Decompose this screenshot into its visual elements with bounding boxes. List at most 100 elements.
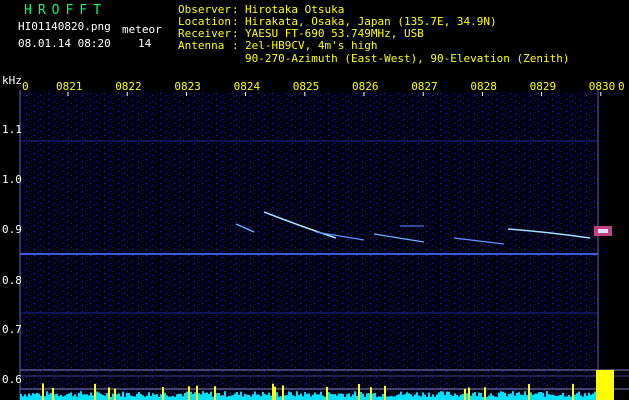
signal-level-bar: [116, 394, 118, 400]
strong-echo-core: [598, 229, 608, 233]
signal-level-bar: [48, 394, 50, 400]
signal-level-bar: [34, 394, 36, 400]
signal-level-bar: [272, 383, 274, 400]
signal-level-bar: [436, 394, 438, 400]
signal-level-bar: [94, 383, 96, 400]
signal-level-bar: [118, 393, 120, 400]
signal-level-bar: [162, 386, 164, 400]
signal-level-bar: [358, 383, 360, 400]
signal-level-bar: [88, 395, 90, 400]
signal-level-bar: [520, 394, 522, 400]
signal-level-bar: [112, 393, 114, 400]
signal-level-bar: [556, 396, 558, 400]
signal-level-bar: [256, 394, 258, 400]
signal-level-bar: [476, 396, 478, 400]
signal-level-bar: [22, 396, 24, 400]
signal-level-bar: [438, 392, 440, 400]
signal-level-bar: [106, 392, 108, 400]
signal-level-bar: [456, 394, 458, 400]
signal-level-bar: [500, 391, 502, 400]
signal-level-bar: [188, 386, 190, 400]
signal-level-bar: [198, 393, 200, 400]
signal-level-bar: [292, 395, 294, 400]
x-tick-label: 0823: [174, 80, 201, 93]
signal-level-bar: [570, 396, 572, 400]
spectrogram: kHz 1.1 1.0 0.9 0.8 0.7 0.6 0821 0822 0823…: [2, 74, 629, 400]
signal-level-bar: [208, 393, 210, 400]
signal-level-bar: [488, 395, 490, 400]
signal-level-bar: [254, 391, 256, 400]
x-tick-label: 0830: [589, 80, 616, 93]
y-tick-label: 0.6: [2, 373, 22, 386]
signal-level-bar: [506, 396, 508, 400]
signal-level-bar: [230, 395, 232, 400]
signal-level-bar: [366, 393, 368, 400]
signal-level-bar: [490, 393, 492, 400]
signal-level-bar: [352, 394, 354, 400]
y-tick-label: 1.1: [2, 123, 22, 136]
signal-level-bar: [132, 395, 134, 400]
signal-level-bar: [546, 391, 548, 400]
signal-level-bar: [532, 394, 534, 400]
signal-level-bar: [508, 393, 510, 400]
signal-level-bar: [308, 393, 310, 400]
signal-level-bar: [240, 391, 242, 400]
signal-level-bar: [42, 383, 44, 400]
signal-level-bar: [504, 392, 506, 400]
signal-level-bar: [550, 394, 552, 400]
signal-level-bar: [120, 396, 122, 400]
signal-level-bar: [562, 392, 564, 400]
signal-level-bar: [62, 396, 64, 400]
signal-level-bar: [354, 391, 356, 400]
signal-level-bar: [186, 391, 188, 400]
signal-level-bar: [84, 394, 86, 400]
signal-level-bar: [542, 392, 544, 400]
signal-level-bar: [270, 395, 272, 400]
signal-level-bar: [362, 393, 364, 400]
x-tick-label: 0825: [293, 80, 320, 93]
signal-level-bar: [290, 392, 292, 400]
signal-level-bar: [178, 393, 180, 400]
signal-level-bar: [348, 393, 350, 400]
signal-level-bar: [96, 391, 98, 400]
signal-level-bar: [432, 394, 434, 400]
signal-level-bar: [302, 396, 304, 400]
signal-level-bar: [574, 394, 576, 400]
signal-level-bar: [146, 395, 148, 400]
signal-level-bar: [372, 393, 374, 400]
signal-level-bar: [250, 396, 252, 400]
signal-level-bar: [60, 394, 62, 400]
signal-level-bar: [210, 391, 212, 400]
signal-level-bar: [342, 394, 344, 400]
signal-level-bar: [592, 393, 594, 400]
signal-level-bar: [32, 393, 34, 400]
signal-level-bar: [584, 393, 586, 400]
signal-level-bar: [172, 395, 174, 400]
signal-level-bar: [268, 392, 270, 400]
signal-level-bar: [300, 393, 302, 400]
signal-level-bar: [478, 392, 480, 400]
x-edge-label-right: 0: [618, 80, 625, 93]
signal-level-bar: [422, 392, 424, 400]
signal-level-bar: [446, 391, 448, 400]
signal-level-bar: [222, 395, 224, 400]
signal-level-bar: [522, 395, 524, 400]
signal-level-bar: [160, 394, 162, 400]
signal-level-bar: [280, 396, 282, 400]
signal-level-bar: [252, 394, 254, 400]
signal-level-bar: [356, 395, 358, 400]
signal-level-bar: [26, 396, 28, 400]
signal-level-bar: [410, 394, 412, 400]
signal-level-bar: [52, 387, 54, 400]
signal-level-bar: [406, 392, 408, 400]
signal-level-bar: [392, 396, 394, 400]
signal-level-bar: [416, 392, 418, 400]
signal-level-bar: [394, 396, 396, 400]
x-tick-label: 0827: [411, 80, 438, 93]
signal-level-bar: [248, 395, 250, 400]
signal-level-bar: [306, 393, 308, 400]
signal-level-bar: [558, 395, 560, 400]
signal-level-bar: [510, 393, 512, 400]
signal-level-bar: [338, 393, 340, 400]
signal-level-bar: [404, 394, 406, 400]
